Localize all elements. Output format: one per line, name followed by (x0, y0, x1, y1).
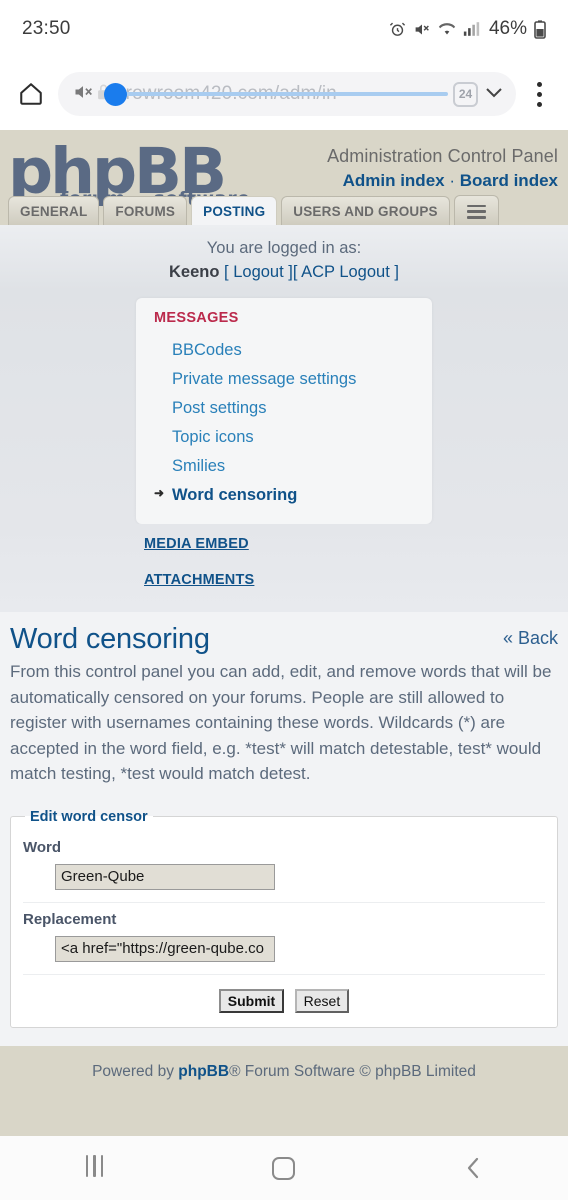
word-input[interactable]: Green-Qube (55, 863, 275, 890)
replacement-input[interactable]: <a href="https://green-qube.co (55, 935, 275, 962)
menu-item-topic-icons[interactable]: Topic icons (154, 423, 432, 452)
menu-item-word-censoring[interactable]: Word censoring (154, 481, 432, 510)
footer-suffix: ® Forum Software © phpBB Limited (229, 1062, 476, 1080)
logged-in-label: You are logged in as: (206, 239, 362, 257)
wifi-icon (438, 21, 456, 37)
subcategory-media-embed[interactable]: MEDIA EMBED (144, 536, 568, 552)
logged-in-user-row: Keeno [ Logout ][ ACP Logout ] (0, 263, 568, 282)
field-word: Word Green-Qube (23, 831, 545, 903)
mute-icon (413, 21, 431, 38)
phpbb-acp: phpBB forumsoftware ® Administration Con… (0, 130, 568, 1180)
alarm-icon (389, 21, 406, 38)
recents-icon[interactable] (50, 1146, 140, 1190)
back-chevron-icon[interactable] (428, 1146, 518, 1190)
hamburger-menu-icon (466, 204, 486, 219)
chevron-down-icon[interactable] (482, 84, 506, 105)
tab-users-and-groups[interactable]: USERS AND GROUPS (281, 196, 450, 225)
page-load-progress (110, 92, 448, 96)
acp-sidebar-wrap: MESSAGES BBCodes Private message setting… (0, 290, 568, 524)
acp-header: phpBB forumsoftware ® Administration Con… (0, 130, 568, 225)
status-time: 23:50 (22, 18, 71, 39)
menu-item-smilies[interactable]: Smilies (154, 452, 432, 481)
page-title-acp: Administration Control Panel (327, 146, 558, 166)
home-square-icon[interactable] (239, 1146, 329, 1190)
sound-off-icon[interactable] (72, 82, 94, 107)
page-load-indicator (104, 83, 127, 106)
menu-item-private-message-settings[interactable]: Private message settings (154, 365, 432, 394)
page-title-row: Word censoring « Back (10, 622, 558, 656)
reset-button[interactable]: Reset (294, 988, 350, 1013)
signal-icon (463, 21, 480, 37)
browser-toolbar: growroom420.com/adm/in 24 (0, 58, 568, 130)
word-label: Word (23, 838, 62, 856)
phone-screen: 23:50 46% growroom420.com/adm/in 24 phpB… (0, 0, 568, 1200)
acp-header-right: Administration Control Panel Admin index… (327, 130, 568, 191)
acp-main-content: Word censoring « Back From this control … (0, 612, 568, 1046)
menu-heading-messages: MESSAGES (154, 310, 239, 326)
panel-legend: Edit word censor (30, 808, 148, 825)
acp-subcategory-links: MEDIA EMBED ATTACHMENTS (0, 524, 568, 612)
menu-item-bbcodes[interactable]: BBCodes (154, 336, 432, 365)
subcategory-attachments[interactable]: ATTACHMENTS (144, 572, 568, 588)
page-title: Word censoring (10, 623, 210, 655)
acp-logout-link[interactable]: [ ACP Logout ] (293, 263, 399, 281)
phpbb-logo[interactable]: phpBB forumsoftware ® (0, 130, 250, 210)
form-button-row: Submit Reset (23, 975, 545, 1013)
breadcrumb-separator: · (449, 171, 456, 190)
login-status-strip: You are logged in as: Keeno [ Logout ][ … (0, 225, 568, 290)
battery-icon (534, 19, 546, 39)
acp-tab-row: GENERAL FORUMS POSTING USERS AND GROUPS (0, 195, 568, 225)
page-description: From this control panel you can add, edi… (10, 662, 552, 783)
username: Keeno (169, 263, 220, 281)
footer-prefix: Powered by (92, 1062, 179, 1080)
admin-index-link[interactable]: Admin index (343, 171, 445, 190)
android-nav-bar (0, 1136, 568, 1200)
tab-general[interactable]: GENERAL (8, 196, 100, 225)
menu-item-post-settings[interactable]: Post settings (154, 394, 432, 423)
edit-word-censor-panel: Edit word censor Word Green-Qube Replace… (10, 808, 558, 1028)
acp-menu-card: MESSAGES BBCodes Private message setting… (136, 298, 432, 524)
acp-breadcrumb: Admin index · Board index (327, 171, 558, 191)
tab-more-menu[interactable] (453, 195, 499, 225)
content-bottom-spacer (10, 1027, 558, 1046)
board-index-link[interactable]: Board index (460, 171, 558, 190)
android-status-bar: 23:50 46% (0, 0, 568, 58)
submit-button[interactable]: Submit (218, 988, 285, 1013)
home-icon[interactable] (14, 77, 48, 111)
status-icons: 46% (389, 18, 546, 40)
tab-posting[interactable]: POSTING (191, 196, 278, 225)
battery-percent: 46% (488, 18, 527, 39)
kebab-menu-icon[interactable] (524, 81, 554, 107)
logout-link[interactable]: [ Logout ] (224, 263, 293, 281)
acp-footer: Powered by phpBB® Forum Software © phpBB… (0, 1045, 568, 1098)
url-bar[interactable]: growroom420.com/adm/in 24 (58, 72, 516, 116)
tab-forums[interactable]: FORUMS (103, 196, 188, 225)
back-link[interactable]: « Back (503, 622, 558, 649)
replacement-label: Replacement (23, 910, 117, 928)
field-replacement: Replacement <a href="https://green-qube.… (23, 903, 545, 975)
phpbb-footer-link[interactable]: phpBB (178, 1063, 229, 1080)
tab-counter[interactable]: 24 (453, 81, 478, 107)
